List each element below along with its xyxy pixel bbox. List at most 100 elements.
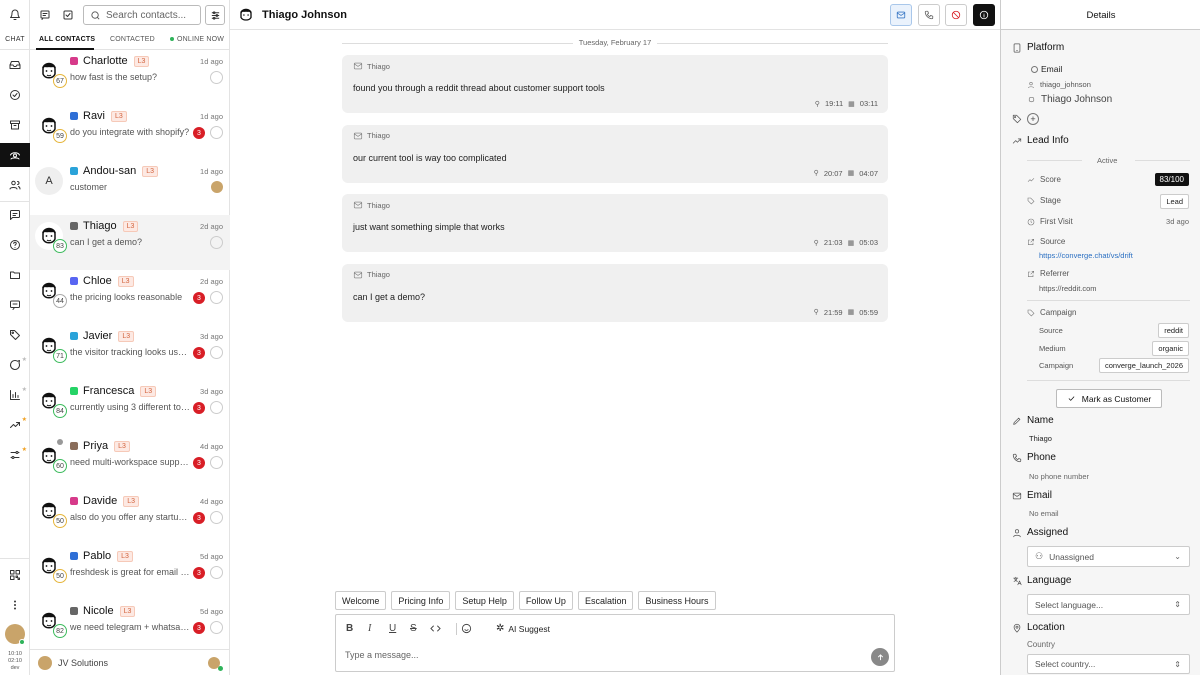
location-pin-icon: ⚲ xyxy=(813,309,819,316)
contact-avatar[interactable] xyxy=(236,5,256,25)
language-select[interactable]: Select language... ⇕ xyxy=(1027,594,1190,615)
info-button[interactable] xyxy=(973,4,995,26)
inbox-icon[interactable] xyxy=(0,53,30,77)
source-link[interactable]: https://converge.chat/vs/drift xyxy=(1039,251,1133,260)
contact-name: Javier xyxy=(83,330,113,342)
workspace-footer[interactable]: JV Solutions xyxy=(30,649,230,675)
help-circle-icon[interactable] xyxy=(0,233,30,257)
assigned-select[interactable]: ⚇ Unassigned ⌄ xyxy=(1027,546,1190,567)
tag-icon[interactable] xyxy=(0,323,30,347)
archive-icon[interactable] xyxy=(0,113,30,137)
select-checkbox[interactable] xyxy=(210,566,223,579)
contact-name: Chloe xyxy=(83,275,112,287)
message-text: can I get a demo? xyxy=(353,291,426,302)
select-checkbox[interactable] xyxy=(210,621,223,634)
lead-info-heading: Lead Info xyxy=(1012,135,1069,146)
message-input[interactable] xyxy=(345,650,845,660)
level-badge: L3 xyxy=(133,55,150,67)
quick-reply-button[interactable]: Pricing Info xyxy=(391,591,451,610)
ai-suggest-button[interactable]: ✲ AI Suggest xyxy=(496,623,550,634)
channel-icon xyxy=(70,277,78,285)
contact-row[interactable]: 50 Pablo L3 5d ago freshdesk is great for em… xyxy=(30,545,230,600)
select-checkbox[interactable] xyxy=(210,511,223,524)
message-header: Thiago xyxy=(353,131,390,141)
select-checkbox[interactable] xyxy=(210,291,223,304)
contact-row[interactable]: 50 Davide L3 4d ago also do you offer any st… xyxy=(30,490,230,545)
select-checkbox[interactable] xyxy=(210,401,223,414)
filter-icon xyxy=(211,10,219,20)
qr-code-icon[interactable] xyxy=(0,563,30,587)
email-value[interactable]: No email xyxy=(1029,509,1059,518)
tag-icon xyxy=(1027,309,1035,316)
select-checkbox[interactable] xyxy=(210,236,223,249)
level-badge: L3 xyxy=(117,550,133,562)
contact-row[interactable]: 44 Chloe L3 2d ago the pricing looks reasona… xyxy=(30,270,230,325)
visitors-icon[interactable] xyxy=(0,143,30,167)
bold-button[interactable]: B xyxy=(346,623,353,634)
country-select[interactable]: Select country... ⇕ xyxy=(1027,654,1190,674)
tab-all-contacts[interactable]: ALL CONTACTS xyxy=(39,36,95,43)
tab-contacted[interactable]: CONTACTED xyxy=(110,36,155,43)
chat-bubble-icon[interactable] xyxy=(0,293,30,317)
more-vertical-icon[interactable] xyxy=(0,593,30,617)
italic-button[interactable]: I xyxy=(368,623,371,634)
contact-row[interactable]: 67 Charlotte L3 1d ago how fast is the setup… xyxy=(30,50,230,105)
email-channel-button[interactable] xyxy=(890,4,912,26)
select-checkbox[interactable] xyxy=(210,346,223,359)
quick-reply-button[interactable]: Business Hours xyxy=(638,591,716,610)
contact-row[interactable]: 60 Priya L3 4d ago need multi-workspace supp… xyxy=(30,435,230,490)
code-button[interactable] xyxy=(430,623,441,637)
contact-last-message: the pricing looks reasonable xyxy=(70,292,183,302)
call-button[interactable] xyxy=(918,4,940,26)
send-button[interactable] xyxy=(871,648,889,666)
bar-chart-icon[interactable]: ★ xyxy=(0,383,30,407)
strikethrough-button[interactable]: S xyxy=(410,623,417,634)
quick-reply-button[interactable]: Escalation xyxy=(577,591,634,610)
contact-row[interactable]: 83 Thiago L3 2d ago can I get a demo? xyxy=(30,215,230,270)
select-checkbox[interactable] xyxy=(210,126,223,139)
message-square-icon[interactable] xyxy=(0,203,30,227)
search-input[interactable] xyxy=(106,9,196,21)
message-meta: ⚲ 19:11 ▦ 03:11 xyxy=(815,99,878,108)
add-tag-button[interactable]: + xyxy=(1027,113,1039,125)
language-placeholder: Select language... xyxy=(1035,599,1104,610)
quick-reply-button[interactable]: Welcome xyxy=(335,591,387,610)
filter-button[interactable] xyxy=(205,5,225,25)
underline-button[interactable]: U xyxy=(389,623,396,634)
chat-circle-icon[interactable]: ★ xyxy=(0,353,30,377)
contact-name-row: Nicole L3 xyxy=(70,605,136,617)
contact-row[interactable]: 71 Javier L3 3d ago the visitor tracking loo… xyxy=(30,325,230,380)
emoji-button[interactable] xyxy=(461,623,472,637)
sliders-icon[interactable]: ★ xyxy=(0,443,30,467)
contact-row[interactable]: A Andou-san L3 1d ago customer xyxy=(30,160,230,215)
folder-icon[interactable] xyxy=(0,263,30,287)
building-icon: ▦ xyxy=(847,239,855,247)
platform-label: Platform xyxy=(1027,42,1065,53)
level-badge: L3 xyxy=(118,330,135,342)
compose-icon[interactable] xyxy=(36,6,54,24)
checkbox-icon[interactable] xyxy=(59,6,77,24)
contact-last-message: freshdesk is great for email but xyxy=(70,567,190,577)
select-checkbox[interactable] xyxy=(210,456,223,469)
bell-icon[interactable] xyxy=(0,3,30,27)
contact-row[interactable]: 82 Nicole L3 5d ago we need telegram + whats… xyxy=(30,600,230,655)
check-circle-icon[interactable] xyxy=(0,83,30,107)
avatar-letter: A xyxy=(45,175,53,187)
quick-reply-button[interactable]: Follow Up xyxy=(518,591,573,610)
phone-value[interactable]: No phone number xyxy=(1029,472,1089,481)
level-badge: L3 xyxy=(142,165,159,177)
contact-time: 3d ago xyxy=(200,387,223,396)
quick-reply-button[interactable]: Setup Help xyxy=(455,591,514,610)
trending-up-icon[interactable]: ★ xyxy=(0,413,30,437)
device-icon xyxy=(1013,42,1021,53)
block-button[interactable] xyxy=(945,4,967,26)
tab-online-now[interactable]: ONLINE NOW xyxy=(170,36,224,43)
name-value[interactable]: Thiago xyxy=(1029,434,1052,443)
mark-as-customer-button[interactable]: Mark as Customer xyxy=(1056,389,1162,408)
contact-time: 2d ago xyxy=(200,277,223,286)
contact-row[interactable]: 84 Francesca L3 3d ago currently using 3 dif… xyxy=(30,380,230,435)
select-checkbox[interactable] xyxy=(210,71,223,84)
users-icon[interactable] xyxy=(0,173,30,197)
contact-row[interactable]: 59 Ravi L3 1d ago do you integrate with shop… xyxy=(30,105,230,160)
lead-score-badge: 50 xyxy=(53,569,67,583)
